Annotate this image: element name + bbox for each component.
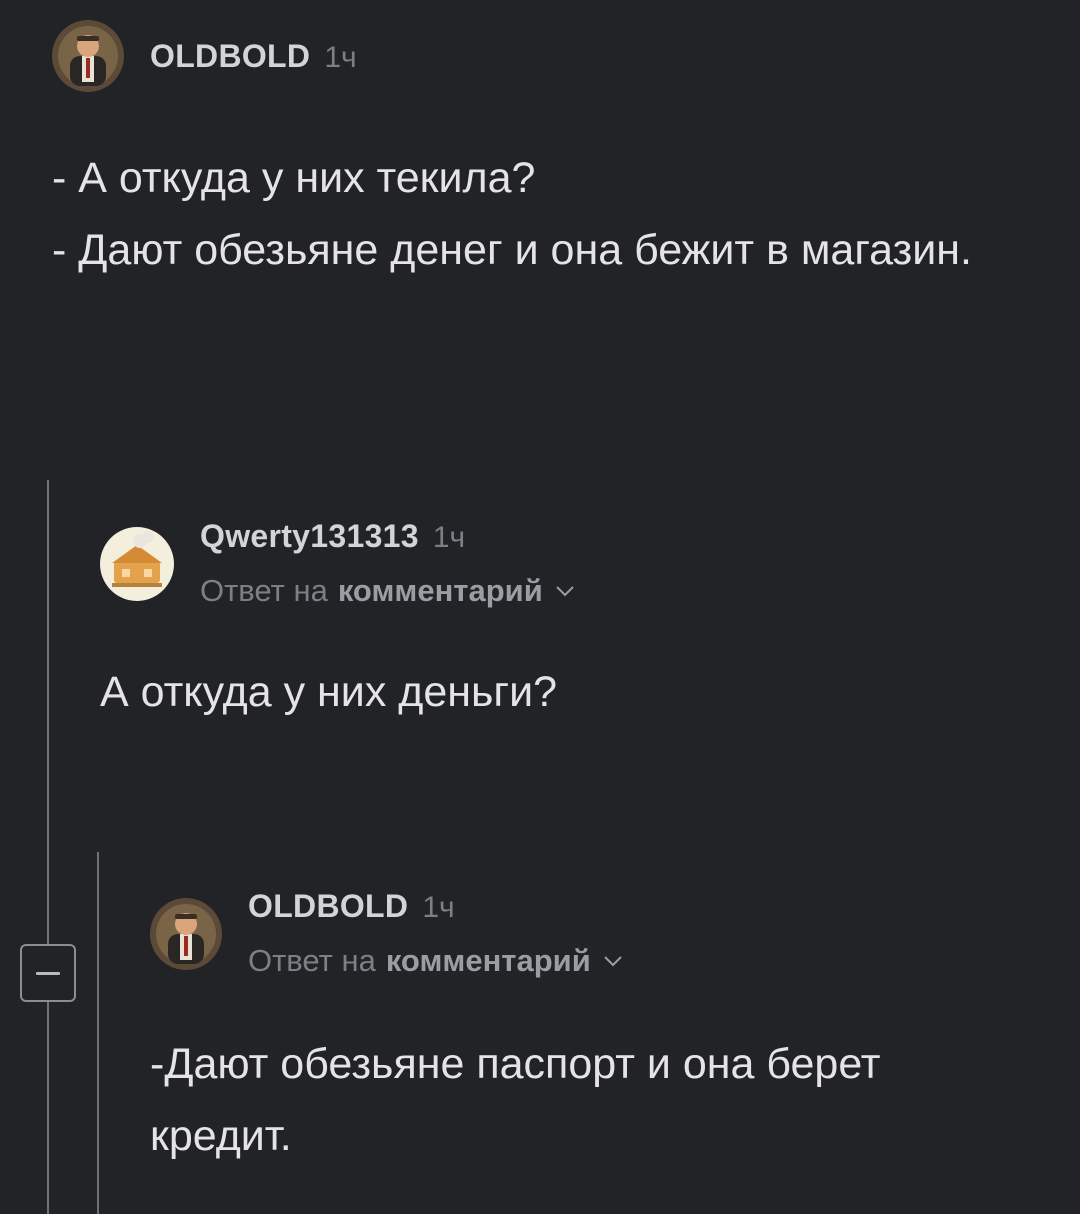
username[interactable]: OLDBOLD — [150, 38, 310, 75]
comment-text: - А откуда у них текила? - Дают обезьяне… — [52, 154, 972, 274]
comment-time: 1ч — [432, 521, 466, 554]
thread-line-level-1 — [47, 480, 49, 1214]
chevron-down-icon[interactable] — [555, 584, 575, 598]
thread-line-level-2 — [97, 852, 99, 1214]
reply-to: Ответ на комментарий — [200, 573, 575, 609]
username[interactable]: Qwerty131313 — [200, 518, 419, 555]
avatar-house-icon[interactable] — [100, 526, 174, 601]
comment-header: OLDBOLD 1ч — [52, 20, 357, 92]
reply-to: Ответ на комментарий — [248, 943, 623, 979]
reply-prefix: Ответ на — [200, 573, 328, 608]
reply-to-link[interactable]: комментарий — [338, 573, 543, 609]
comment-text: -Дают обезьяне паспорт и она берет креди… — [150, 1040, 881, 1160]
comment-header: Qwerty131313 1ч Ответ на комментарий — [100, 518, 575, 609]
avatar-businessman-icon[interactable] — [52, 20, 124, 92]
minus-icon — [36, 971, 60, 975]
username[interactable]: OLDBOLD — [248, 888, 408, 925]
reply-to-link[interactable]: комментарий — [386, 943, 591, 979]
chevron-down-icon[interactable] — [603, 954, 623, 968]
comment-time: 1ч — [422, 891, 455, 924]
reply-prefix: Ответ на — [248, 943, 376, 978]
avatar-businessman-icon[interactable] — [150, 897, 222, 970]
comment-time: 1ч — [324, 40, 357, 74]
collapse-thread-button[interactable] — [20, 944, 76, 1002]
comment-header: OLDBOLD 1ч Ответ на комментарий — [150, 888, 623, 979]
comment-text: А откуда у них деньги? — [100, 668, 558, 716]
